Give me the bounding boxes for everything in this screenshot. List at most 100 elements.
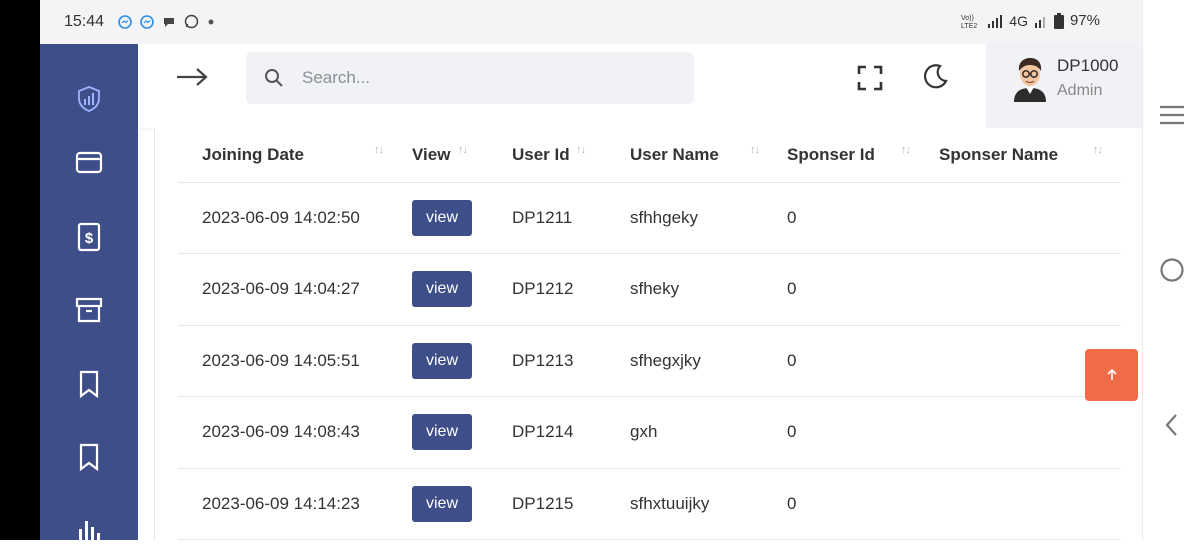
home-button[interactable]: [1157, 255, 1187, 285]
avatar: [1014, 58, 1046, 102]
sponser-id-cell: 0: [763, 253, 915, 326]
wallet-icon[interactable]: [74, 147, 104, 177]
view-button[interactable]: view: [412, 271, 472, 308]
column-header-sponser-id[interactable]: Sponser Id ↑↓: [763, 128, 915, 183]
view-cell: view: [388, 468, 488, 540]
table-header-row: Joining Date ↑↓ View ↑↓ User Id ↑↓ User Nam…: [178, 128, 1121, 183]
column-header-sponser-name[interactable]: Sponser Name ↑↓: [915, 128, 1121, 183]
user-id-cell: DP1212: [488, 253, 606, 326]
joining-date-cell: 2023-06-09 14:05:51: [178, 325, 388, 397]
table-row: 2023-06-09 14:14:23 view DP1215 sfhxtuui…: [178, 468, 1121, 540]
dark-mode-toggle[interactable]: [920, 62, 950, 92]
chat-bubble-icon: [164, 17, 174, 27]
sponser-id-cell: 0: [763, 325, 915, 397]
bookmark-icon[interactable]: [74, 442, 104, 472]
joining-date-cell: 2023-06-09 14:02:50: [178, 182, 388, 254]
users-table: Joining Date ↑↓ View ↑↓ User Id ↑↓ User Nam…: [178, 128, 1121, 540]
screen-edge: [0, 0, 40, 540]
user-name: DP1000: [1057, 56, 1119, 75]
circle-icon: [1160, 258, 1184, 282]
arrow-up-icon: [1106, 368, 1117, 380]
column-header-user-id[interactable]: User Id ↑↓: [488, 128, 606, 183]
signal-icon: [988, 14, 1003, 28]
column-header-joining-date[interactable]: Joining Date ↑↓: [178, 128, 388, 183]
svg-text:Vo)): Vo)): [961, 15, 974, 22]
content-panel: Joining Date ↑↓ View ↑↓ User Id ↑↓ User Nam…: [154, 128, 1142, 540]
svg-text:LTE2: LTE2: [961, 23, 977, 29]
sponser-id-cell: 0: [763, 182, 915, 254]
system-navigation-bar: [1142, 0, 1200, 540]
sponser-id-cell: 0: [763, 468, 915, 540]
view-button[interactable]: view: [412, 485, 472, 522]
search-icon: [265, 69, 283, 87]
table-row: 2023-06-09 14:08:43 view DP1214 gxh 0: [178, 396, 1121, 469]
sponser-name-cell: [915, 468, 1121, 540]
sidebar-toggle-button[interactable]: [174, 62, 210, 92]
user-id-cell: DP1213: [488, 325, 606, 397]
status-indicators: Vo)) LTE2 4G 97%: [961, 12, 1100, 29]
sort-icon: ↑↓: [1093, 144, 1103, 156]
sidebar: $: [40, 44, 138, 545]
moon-icon: [923, 64, 948, 89]
battery-level: 97%: [1069, 12, 1100, 29]
sponser-name-cell: [915, 396, 1121, 469]
user-role: Admin: [1057, 82, 1103, 99]
column-header-user-name[interactable]: User Name ↑↓: [606, 128, 763, 183]
bookmark-icon[interactable]: [74, 369, 104, 399]
joining-date-cell: 2023-06-09 14:04:27: [178, 253, 388, 326]
dollar-receipt-icon[interactable]: $: [74, 222, 104, 252]
view-button[interactable]: view: [412, 414, 472, 451]
view-button[interactable]: view: [412, 199, 472, 236]
svg-text:$: $: [85, 230, 94, 247]
user-id-cell: DP1215: [488, 468, 606, 540]
menu-lines-icon: [1160, 105, 1184, 125]
signal-icon: [1034, 16, 1045, 28]
recent-apps-button[interactable]: [1157, 100, 1187, 130]
messenger-icon: [140, 14, 154, 29]
archive-icon[interactable]: [74, 295, 104, 325]
chevron-left-icon: [1165, 414, 1177, 436]
column-header-view[interactable]: View ↑↓: [388, 128, 488, 183]
top-bar: DP1000 Admin: [138, 44, 1142, 128]
sponser-name-cell: [915, 182, 1121, 254]
scroll-to-top-button[interactable]: [1085, 349, 1138, 401]
view-cell: view: [388, 396, 488, 469]
table-row: 2023-06-09 14:02:50 view DP1211 sfhhgeky…: [178, 182, 1121, 254]
arrow-right-icon: [177, 68, 208, 86]
network-type: 4G: [1009, 12, 1028, 29]
sort-icon: ↑↓: [458, 144, 468, 156]
table-row: 2023-06-09 14:05:51 view DP1213 sfhegxjk…: [178, 325, 1121, 397]
sponser-name-cell: [915, 253, 1121, 326]
user-name-cell: gxh: [606, 396, 763, 469]
sort-icon: ↑↓: [750, 144, 760, 156]
table-row: 2023-06-09 14:04:27 view DP1212 sfheky 0: [178, 253, 1121, 326]
notification-icons: [118, 14, 215, 29]
joining-date-cell: 2023-06-09 14:08:43: [178, 396, 388, 469]
back-button[interactable]: [1157, 410, 1187, 440]
joining-date-cell: 2023-06-09 14:14:23: [178, 468, 388, 540]
fullscreen-button[interactable]: [856, 64, 884, 92]
user-profile[interactable]: DP1000 Admin: [986, 44, 1142, 128]
view-cell: view: [388, 325, 488, 397]
search-box: [246, 52, 694, 104]
sort-icon: ↑↓: [576, 144, 586, 156]
user-id-cell: DP1211: [488, 182, 606, 254]
view-cell: view: [388, 182, 488, 254]
view-cell: view: [388, 253, 488, 326]
logo-icon[interactable]: [74, 84, 104, 114]
whatsapp-icon: [184, 14, 199, 29]
sort-icon: ↑↓: [374, 144, 384, 156]
battery-icon: [1053, 12, 1064, 29]
messenger-icon: [118, 14, 132, 29]
bar-chart-icon[interactable]: [74, 516, 104, 546]
user-name-cell: sfhegxjky: [606, 325, 763, 397]
user-name-cell: sfhxtuuijky: [606, 468, 763, 540]
sort-icon: ↑↓: [901, 144, 911, 156]
user-id-cell: DP1214: [488, 396, 606, 469]
user-name-cell: sfheky: [606, 253, 763, 326]
user-name-cell: sfhhgeky: [606, 182, 763, 254]
search-input[interactable]: [302, 52, 682, 104]
dot-icon: [208, 19, 214, 24]
sponser-id-cell: 0: [763, 396, 915, 469]
view-button[interactable]: view: [412, 342, 472, 379]
